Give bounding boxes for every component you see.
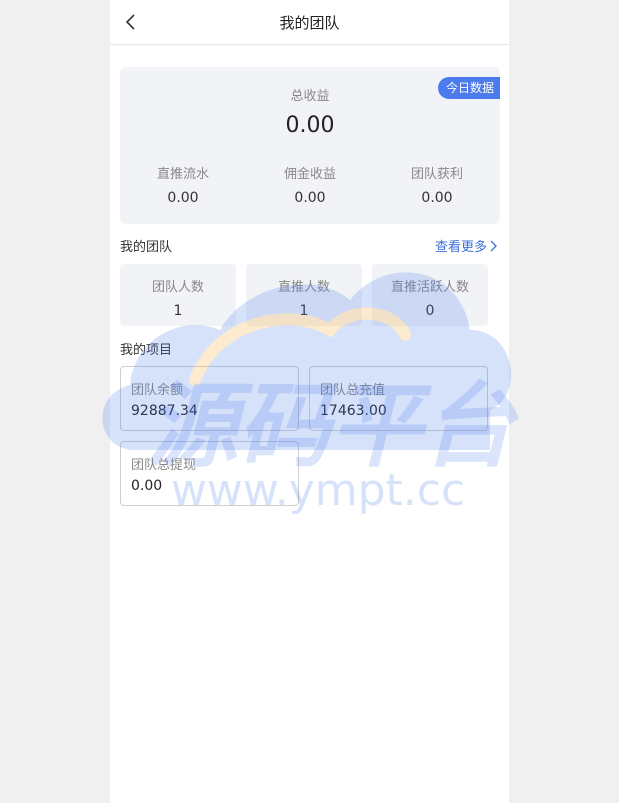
total-income-value: 0.00 [285,113,335,138]
project-box-label: 团队总充值 [320,383,386,398]
team-box-label: 团队人数 [151,280,204,295]
stat-value: 0.00 [167,190,199,206]
page-title: 我的团队 [279,14,340,32]
nav-header: 我的团队 [110,0,509,45]
team-total-withdraw-box: 团队总提现 0.00 [120,441,299,506]
view-more-label: 查看更多 [434,240,487,255]
project-box-value: 0.00 [131,478,163,494]
stat-label: 团队获利 [410,167,463,182]
total-income-label: 总收益 [290,89,330,104]
team-section-title: 我的团队 [120,240,173,255]
team-total-recharge-box: 团队总充值 17463.00 [309,366,488,431]
team-balance-box: 团队余额 92887.34 [120,366,299,431]
direct-count-box: 直推人数 1 [246,264,362,326]
stat-value: 0.00 [421,190,453,206]
stat-label: 直推流水 [156,167,209,182]
project-box-label: 团队余额 [131,383,184,398]
team-box-label: 直推活跃人数 [390,280,469,295]
view-more-link[interactable]: 查看更多 [435,236,497,255]
project-box-label: 团队总提现 [131,458,197,473]
team-box-value: 1 [299,303,309,319]
phone-screen: 我的团队 今日数据 总收益 0.00 直推流水 0.00 佣金收益 0.00 团… [110,0,509,803]
team-count-box: 团队人数 1 [120,264,236,326]
team-box-value: 0 [425,303,435,319]
stat-label: 佣金收益 [283,167,336,182]
project-section-title: 我的项目 [120,343,173,358]
project-box-value: 92887.34 [131,403,198,419]
stat-direct-flow: 直推流水 0.00 [120,163,246,206]
chevron-right-icon [490,240,497,252]
stat-value: 0.00 [294,190,326,206]
team-box-label: 直推人数 [277,280,330,295]
team-box-value: 1 [173,303,183,319]
project-box-value: 17463.00 [320,403,387,419]
direct-active-count-box: 直推活跃人数 0 [372,264,488,326]
stat-commission: 佣金收益 0.00 [247,163,373,206]
stat-team-profit: 团队获利 0.00 [374,163,500,206]
summary-card: 今日数据 总收益 0.00 直推流水 0.00 佣金收益 0.00 团队获利 0… [120,67,500,224]
